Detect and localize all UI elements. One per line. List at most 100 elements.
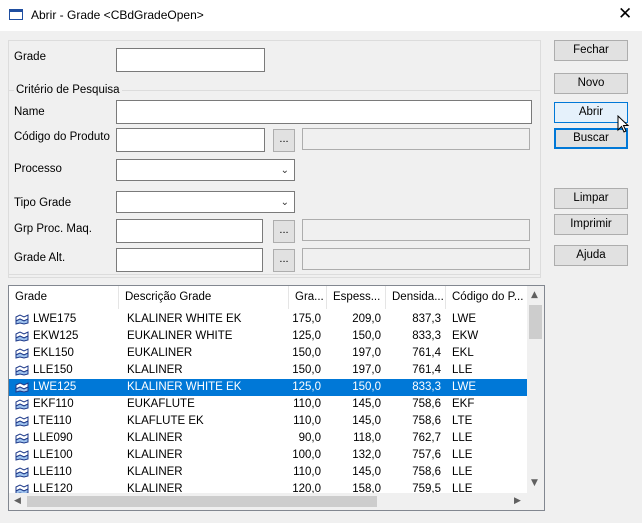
cell-espessura: 132,0 <box>352 449 381 461</box>
grade-alt-label: Grade Alt. <box>14 252 66 264</box>
cell-gramatura: 110,0 <box>293 415 321 427</box>
grade-alt-field[interactable] <box>116 248 263 272</box>
cell-espessura: 150,0 <box>352 381 381 393</box>
cell-descricao: KLALINER <box>127 364 183 376</box>
scroll-down-icon[interactable]: ▼ <box>531 478 538 488</box>
grade-record-icon <box>15 433 29 444</box>
cell-densidade: 833,3 <box>412 330 441 342</box>
table-row[interactable]: EKF110 EUKAFLUTE 110,0 145,0 758,6 EKF <box>9 396 528 413</box>
novo-button[interactable]: Novo <box>554 73 628 94</box>
name-label: Name <box>14 106 45 118</box>
table-row[interactable]: LLE110 KLALINER 110,0 145,0 758,6 LLE <box>9 464 528 481</box>
vertical-scrollbar[interactable]: ▲ ▼ <box>527 286 544 493</box>
cell-gramatura: 110,0 <box>293 466 321 478</box>
cell-codigo: LWE <box>452 381 477 393</box>
cell-grade: LTE110 <box>33 415 72 427</box>
cell-codigo: EKL <box>452 347 474 359</box>
scrollbar-corner <box>527 493 544 510</box>
processo-select[interactable]: ⌄ <box>116 159 295 181</box>
grade-alt-browse-button[interactable]: ... <box>273 249 295 272</box>
cell-codigo: EKF <box>452 398 475 410</box>
cell-densidade: 758,6 <box>412 398 441 410</box>
grade-record-icon <box>15 314 29 325</box>
scroll-up-icon[interactable]: ▲ <box>531 290 538 300</box>
cell-codigo: LLE <box>452 364 473 376</box>
cell-grade: LWE175 <box>33 313 77 325</box>
table-row[interactable]: EKL150 EUKALINER 150,0 197,0 761,4 EKL <box>9 345 528 362</box>
cell-grade: LLE150 <box>33 364 73 376</box>
grade-alt-description <box>302 248 530 270</box>
cell-grade: LLE100 <box>33 449 73 461</box>
cell-grade: LLE090 <box>33 432 73 444</box>
cell-grade: LWE125 <box>33 381 77 393</box>
cell-densidade: 833,3 <box>412 381 441 393</box>
chevron-down-icon: ⌄ <box>280 197 289 208</box>
column-header-gramatura[interactable]: Gra... <box>289 286 327 309</box>
title-bar: Abrir - Grade <CBdGradeOpen> ✕ <box>0 0 642 31</box>
column-header-espessura[interactable]: Espess... <box>327 286 386 309</box>
grade-record-icon <box>15 331 29 342</box>
table-row[interactable]: LWE175 KLALINER WHITE EK 175,0 209,0 837,3 LW… <box>9 311 528 328</box>
cell-densidade: 761,4 <box>412 364 441 376</box>
horizontal-scroll-thumb[interactable] <box>27 496 377 507</box>
cell-gramatura: 90,0 <box>298 432 321 444</box>
cell-codigo: LWE <box>452 313 477 325</box>
imprimir-button[interactable]: Imprimir <box>554 214 628 235</box>
grp-proc-maq-browse-button[interactable]: ... <box>273 220 295 243</box>
grade-record-icon <box>15 348 29 359</box>
grp-proc-maq-field[interactable] <box>116 219 263 243</box>
ajuda-button[interactable]: Ajuda <box>554 245 628 266</box>
column-header-grade[interactable]: Grade <box>9 286 119 309</box>
table-row[interactable]: LTE110 KLAFLUTE EK 110,0 145,0 758,6 LTE <box>9 413 528 430</box>
grade-record-icon <box>15 450 29 461</box>
column-header-descricao[interactable]: Descrição Grade <box>119 286 289 309</box>
cell-grade: LLE110 <box>33 466 72 478</box>
fechar-button[interactable]: Fechar <box>554 40 628 61</box>
cell-descricao: KLALINER <box>127 449 183 461</box>
codigo-produto-description <box>302 128 530 150</box>
table-row[interactable]: LLE100 KLALINER 100,0 132,0 757,6 LLE <box>9 447 528 464</box>
tipo-grade-select[interactable]: ⌄ <box>116 191 295 213</box>
table-row[interactable]: LLE150 KLALINER 150,0 197,0 761,4 LLE <box>9 362 528 379</box>
grp-proc-maq-label: Grp Proc. Maq. <box>14 223 92 235</box>
cell-espessura: 145,0 <box>352 398 381 410</box>
name-field[interactable] <box>116 100 532 124</box>
table-row[interactable]: LLE090 KLALINER 90,0 118,0 762,7 LLE <box>9 430 528 447</box>
cell-densidade: 761,4 <box>412 347 441 359</box>
cell-densidade: 837,3 <box>412 313 441 325</box>
grid-header: Grade Descrição Grade Gra... Espess... D… <box>9 286 544 309</box>
cell-densidade: 758,6 <box>412 466 441 478</box>
cell-gramatura: 175,0 <box>292 313 321 325</box>
codigo-produto-browse-button[interactable]: ... <box>273 129 295 152</box>
cell-espessura: 118,0 <box>353 432 381 444</box>
cell-grade: EKL150 <box>33 347 74 359</box>
cell-gramatura: 125,0 <box>292 381 321 393</box>
cell-codigo: LLE <box>452 449 473 461</box>
cell-espessura: 145,0 <box>352 466 381 478</box>
cell-descricao: KLALINER WHITE EK <box>127 381 242 393</box>
grade-field[interactable] <box>116 48 265 72</box>
cell-espessura: 197,0 <box>352 364 381 376</box>
horizontal-scrollbar[interactable]: ◀ ▶ <box>9 493 528 510</box>
limpar-button[interactable]: Limpar <box>554 188 628 209</box>
window-icon <box>9 9 23 20</box>
close-icon[interactable]: ✕ <box>618 4 632 24</box>
cell-grade: EKW125 <box>33 330 79 342</box>
table-row[interactable]: LWE125 KLALINER WHITE EK 125,0 150,0 833,3 LW… <box>9 379 528 396</box>
scroll-right-icon[interactable]: ▶ <box>514 496 521 506</box>
codigo-produto-field[interactable] <box>116 128 265 152</box>
scroll-left-icon[interactable]: ◀ <box>14 496 21 506</box>
vertical-scroll-thumb[interactable] <box>529 305 542 339</box>
table-row[interactable]: EKW125 EUKALINER WHITE 125,0 150,0 833,3 EKW <box>9 328 528 345</box>
cell-densidade: 757,6 <box>412 449 441 461</box>
cell-espessura: 150,0 <box>352 330 381 342</box>
codigo-produto-label: Código do Produto <box>14 131 110 143</box>
cell-gramatura: 100,0 <box>292 449 321 461</box>
grp-proc-maq-description <box>302 219 530 241</box>
column-header-codigo[interactable]: Código do P... <box>446 286 528 309</box>
tipo-grade-label: Tipo Grade <box>14 197 72 209</box>
processo-label: Processo <box>14 163 62 175</box>
column-header-densidade[interactable]: Densida... <box>386 286 446 309</box>
grades-grid[interactable]: Grade Descrição Grade Gra... Espess... D… <box>8 285 545 511</box>
cell-codigo: LTE <box>452 415 473 427</box>
